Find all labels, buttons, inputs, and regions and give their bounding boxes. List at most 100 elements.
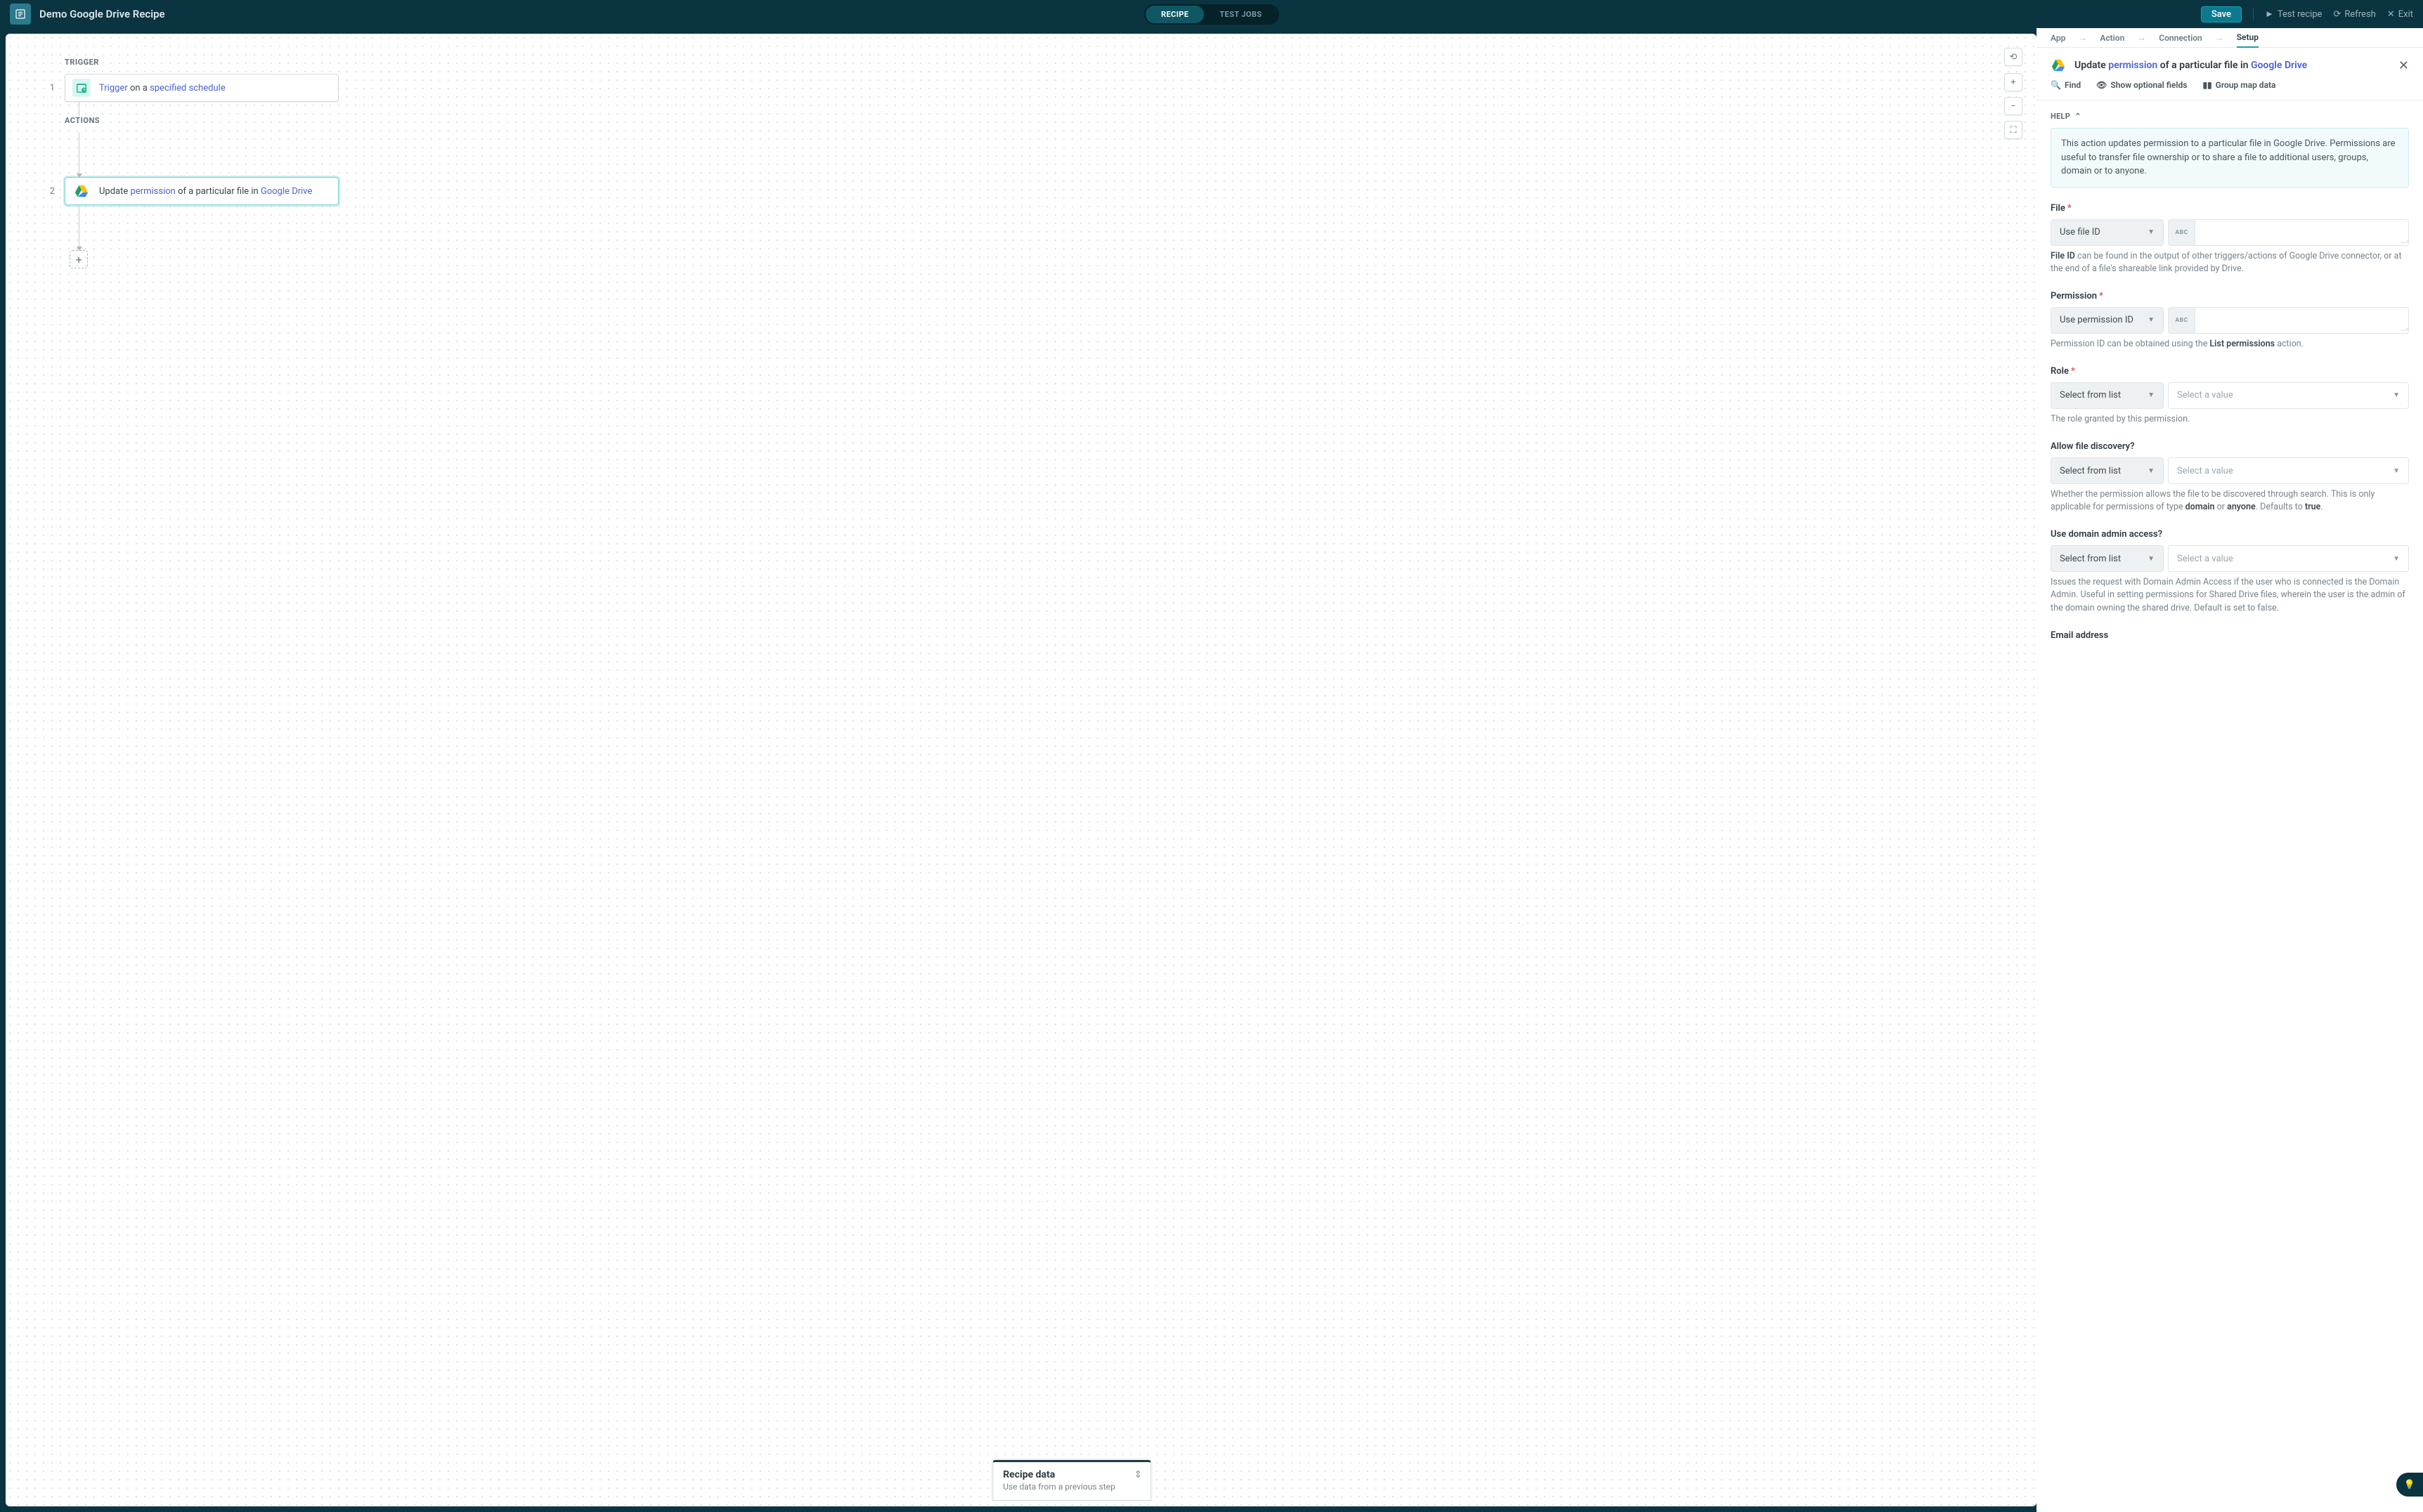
topbar-actions: Save ► Test recipe ⟳ Refresh ✕ Exit — [2201, 6, 2413, 22]
role-value-select[interactable]: Select a value ▼ — [2168, 382, 2409, 409]
admin-value-select[interactable]: Select a value ▼ — [2168, 545, 2409, 572]
permission-mode-select[interactable]: Use permission ID ▼ — [2051, 307, 2164, 334]
chevron-down-icon: ▼ — [2148, 228, 2155, 236]
columns-icon: ▮▮ — [2202, 80, 2211, 90]
panel-title-update: Update — [2074, 60, 2108, 71]
admin-placeholder: Select a value — [2177, 554, 2233, 564]
file-mode-select[interactable]: Use file ID ▼ — [2051, 219, 2164, 246]
topbar: Demo Google Drive Recipe RECIPE TEST JOB… — [0, 0, 2423, 28]
reset-view-button[interactable]: ⟲ — [2004, 48, 2022, 66]
field-permission: Permission* Use permission ID ▼ ABC Perm… — [2051, 291, 2409, 351]
role-placeholder: Select a value — [2177, 390, 2233, 400]
google-drive-icon — [72, 182, 91, 200]
step-2-mid: of a particular file in — [176, 186, 261, 197]
chevron-down-icon: ▼ — [2148, 391, 2155, 399]
expand-icon[interactable]: ⇕ — [1134, 1469, 1143, 1480]
recipe-data-panel[interactable]: Recipe data Use data from a previous ste… — [992, 1460, 1151, 1501]
recipe-flow: TRIGGER 1 Trigger on a specified schedul… — [46, 58, 398, 268]
search-icon: 🔍 — [2051, 80, 2061, 90]
permission-label-text: Permission — [2051, 291, 2097, 301]
recipe-doc-icon — [10, 4, 31, 25]
perm-help-pre: Permission ID can be obtained using the — [2051, 339, 2209, 349]
disc-help-b: domain — [2185, 502, 2215, 512]
actions-section-label: ACTIONS — [65, 116, 398, 125]
admin-mode-select[interactable]: Select from list ▼ — [2051, 545, 2164, 572]
role-mode-value: Select from list — [2060, 390, 2121, 400]
step-2-number: 2 — [46, 186, 55, 197]
permission-helptext: Permission ID can be obtained using the … — [2051, 338, 2409, 351]
chevron-down-icon: ▼ — [2148, 316, 2155, 324]
file-helptext: File ID can be found in the output of ot… — [2051, 250, 2409, 275]
chevron-up-icon: ⌃ — [2074, 112, 2081, 121]
tab-recipe[interactable]: RECIPE — [1145, 6, 1204, 23]
admin-mode-value: Select from list — [2060, 554, 2121, 564]
field-discovery: Allow file discovery? Select from list ▼… — [2051, 441, 2409, 514]
tab-setup[interactable]: Setup — [2237, 28, 2259, 48]
group-map-button[interactable]: ▮▮ Group map data — [2202, 80, 2275, 90]
tab-action[interactable]: Action — [2100, 29, 2124, 47]
exit-label: Exit — [2398, 9, 2413, 20]
exit-button[interactable]: ✕ Exit — [2387, 9, 2413, 20]
chevron-down-icon: ▼ — [2393, 467, 2400, 475]
discovery-mode-select[interactable]: Select from list ▼ — [2051, 457, 2164, 484]
field-permission-label: Permission* — [2051, 291, 2409, 301]
help-fab[interactable]: 💡 — [2396, 1473, 2423, 1497]
disc-help-e: . Defaults to — [2256, 502, 2305, 512]
panel-header: Update permission of a particular file i… — [2037, 48, 2423, 80]
add-step-button[interactable]: + — [70, 250, 88, 268]
perm-help-bold: List permissions — [2209, 339, 2275, 349]
permission-id-input[interactable] — [2195, 307, 2409, 334]
disc-help-g: . — [2320, 502, 2323, 512]
admin-helptext: Issues the request with Domain Admin Acc… — [2051, 576, 2409, 614]
step-2-card[interactable]: Update permission of a particular file i… — [65, 177, 339, 205]
show-optional-button[interactable]: 👁 Show optional fields — [2096, 80, 2187, 90]
arrow-icon: → — [2215, 32, 2224, 44]
required-asterisk: * — [2099, 291, 2103, 301]
step-1-card[interactable]: Trigger on a specified schedule — [65, 74, 339, 102]
required-asterisk: * — [2067, 203, 2072, 214]
zoom-out-button[interactable]: − — [2004, 97, 2022, 115]
panel-title-permission: permission — [2108, 60, 2157, 71]
tab-app[interactable]: App — [2051, 29, 2065, 47]
chevron-down-icon: ▼ — [2393, 391, 2400, 399]
zoom-in-button[interactable]: + — [2004, 73, 2022, 91]
field-discovery-label: Allow file discovery? — [2051, 441, 2409, 452]
panel-body[interactable]: HELP ⌃ This action updates permission to… — [2037, 100, 2423, 1512]
find-label: Find — [2065, 80, 2081, 90]
discovery-value-select[interactable]: Select a value ▼ — [2168, 457, 2409, 484]
discovery-mode-value: Select from list — [2060, 466, 2121, 476]
disc-help-f: true — [2305, 502, 2320, 512]
step-1-row: 1 Trigger on a specified schedule — [46, 74, 398, 102]
file-id-input[interactable] — [2195, 219, 2409, 246]
separator — [2253, 8, 2254, 20]
panel-title: Update permission of a particular file i… — [2074, 60, 2307, 71]
file-help-bold: File ID — [2051, 251, 2075, 261]
recipe-canvas[interactable]: ⟲ + − ⛶ TRIGGER 1 Trigger on a specified… — [6, 34, 2037, 1506]
refresh-button[interactable]: ⟳ Refresh — [2333, 9, 2375, 20]
step-1-mid: on a — [128, 83, 150, 93]
refresh-icon: ⟳ — [2333, 9, 2341, 20]
step-2-text: Update permission of a particular file i… — [99, 186, 312, 197]
save-button[interactable]: Save — [2201, 6, 2242, 22]
help-box: This action updates permission to a part… — [2051, 128, 2409, 188]
test-recipe-button[interactable]: ► Test recipe — [2265, 8, 2322, 20]
step-2-gdrive: Google Drive — [261, 186, 312, 197]
chevron-down-icon: ▼ — [2393, 555, 2400, 563]
fullscreen-button[interactable]: ⛶ — [2004, 121, 2022, 139]
role-helptext: The role granted by this permission. — [2051, 413, 2409, 426]
field-admin: Use domain admin access? Select from lis… — [2051, 529, 2409, 614]
tab-test-jobs[interactable]: TEST JOBS — [1204, 6, 1278, 23]
lightbulb-icon: 💡 — [2404, 1480, 2415, 1490]
field-admin-label: Use domain admin access? — [2051, 529, 2409, 540]
close-icon: ✕ — [2387, 9, 2395, 20]
close-panel-button[interactable]: ✕ — [2398, 58, 2409, 73]
find-button[interactable]: 🔍 Find — [2051, 80, 2081, 90]
tab-connection[interactable]: Connection — [2159, 29, 2202, 47]
help-toggle[interactable]: HELP ⌃ — [2051, 112, 2409, 121]
setup-panel: App → Action → Connection → Setup Update… — [2037, 28, 2423, 1512]
discovery-placeholder: Select a value — [2177, 466, 2233, 476]
role-mode-select[interactable]: Select from list ▼ — [2051, 382, 2164, 409]
file-type-indicator: ABC — [2168, 219, 2195, 246]
email-label-text: Email address — [2051, 630, 2108, 641]
admin-label-text: Use domain admin access? — [2051, 529, 2162, 540]
